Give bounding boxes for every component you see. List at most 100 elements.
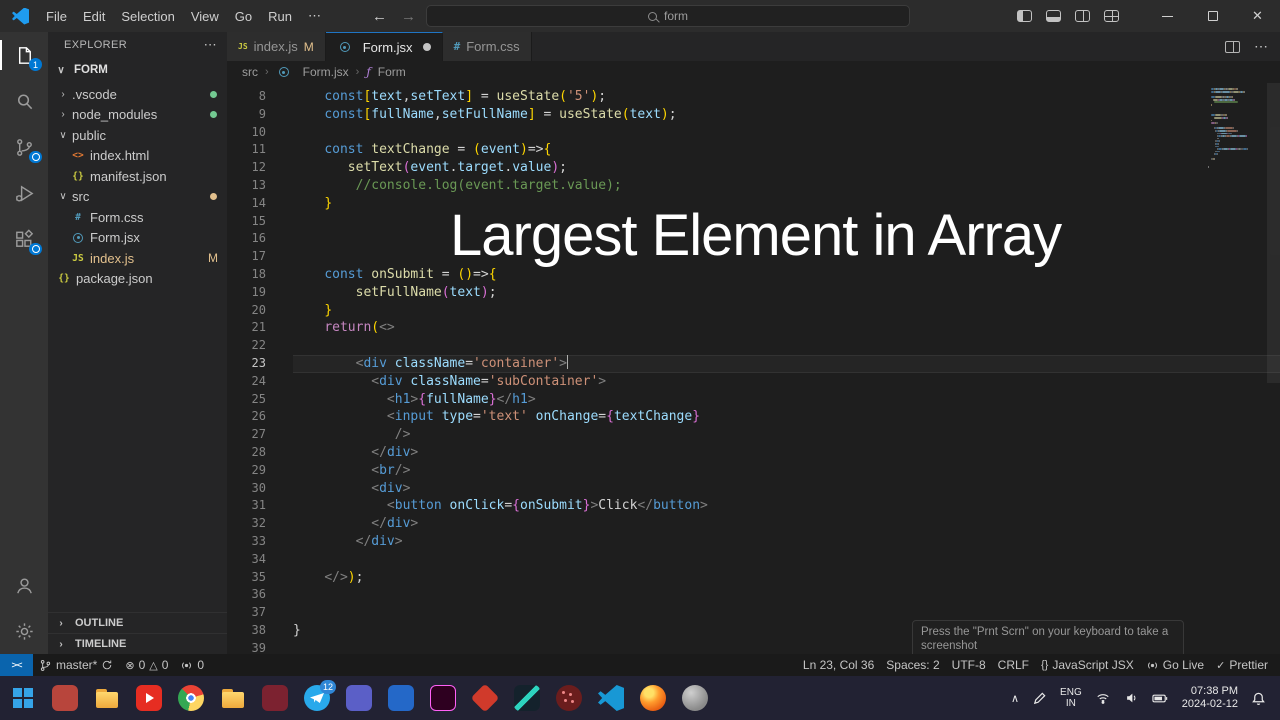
tree-folder-public[interactable]: ∨ public <box>48 125 227 146</box>
taskbar-chrome[interactable] <box>178 685 204 711</box>
activity-search[interactable] <box>0 78 48 124</box>
taskbar-firefox[interactable] <box>640 685 666 711</box>
taskbar-adobe-xd[interactable] <box>430 685 456 711</box>
tree-file-index.js[interactable]: JS index.js M <box>48 248 227 269</box>
code-line[interactable]: 10 <box>227 124 1280 142</box>
tab-index-js[interactable]: JS index.js M <box>227 32 326 61</box>
tree-file-package.json[interactable]: {} package.json <box>48 269 227 290</box>
toggle-sidebar-icon[interactable] <box>1017 10 1032 22</box>
activity-run-debug[interactable] <box>0 170 48 216</box>
tree-folder-node_modules[interactable]: › node_modules <box>48 105 227 126</box>
code-line[interactable]: 19 setFullName(text); <box>227 284 1280 302</box>
code-line[interactable]: 30 <div> <box>227 480 1280 498</box>
code-line[interactable]: 31 <button onClick={onSubmit}>Click</but… <box>227 497 1280 515</box>
taskbar-app-violet[interactable] <box>346 685 372 711</box>
taskbar-vscode[interactable] <box>598 685 624 711</box>
prettier-status[interactable]: ✓ Prettier <box>1210 654 1274 676</box>
tree-file-Form.css[interactable]: # Form.css <box>48 207 227 228</box>
tree-folder-.vscode[interactable]: › .vscode <box>48 84 227 105</box>
notifications-icon[interactable] <box>1251 691 1266 706</box>
encoding-status[interactable]: UTF-8 <box>946 654 992 676</box>
code-line[interactable]: 34 <box>227 551 1280 569</box>
code-line[interactable]: 33 </div> <box>227 533 1280 551</box>
breadcrumb-symbol[interactable]: Form <box>378 65 406 79</box>
eol-status[interactable]: CRLF <box>992 654 1035 676</box>
taskbar-folder[interactable] <box>220 685 246 711</box>
tree-folder-src[interactable]: ∨ src <box>48 187 227 208</box>
close-button[interactable]: ✕ <box>1235 0 1280 32</box>
code-editor[interactable]: 8 const[text,setText] = useState('5'); 9 … <box>227 88 1280 654</box>
taskbar-app-crimson[interactable] <box>470 683 500 713</box>
code-line[interactable]: 25 <h1>{fullName}</h1> <box>227 391 1280 409</box>
code-line[interactable]: 32 </div> <box>227 515 1280 533</box>
taskbar-app-teal[interactable] <box>514 685 540 711</box>
code-line[interactable]: 26 <input type='text' onChange={textChan… <box>227 408 1280 426</box>
code-line[interactable]: 35 </>); <box>227 569 1280 587</box>
menu-more-icon[interactable]: ⋯ <box>300 5 329 27</box>
menu-go[interactable]: Go <box>227 6 260 27</box>
breadcrumb-file[interactable]: Form.jsx <box>303 65 349 79</box>
menu-file[interactable]: File <box>38 6 75 27</box>
toggle-panel-icon[interactable] <box>1046 10 1061 22</box>
code-line[interactable]: 8 const[text,setText] = useState('5'); <box>227 88 1280 106</box>
language-mode[interactable]: {} JavaScript JSX <box>1035 654 1140 676</box>
menu-selection[interactable]: Selection <box>113 6 182 27</box>
code-line[interactable]: 13 //console.log(event.target.value); <box>227 177 1280 195</box>
outline-panel-header[interactable]: › OUTLINE <box>48 612 227 633</box>
tab-form-css[interactable]: # Form.css <box>442 32 532 61</box>
activity-source-control[interactable] <box>0 124 48 170</box>
code-line[interactable]: 28 </div> <box>227 444 1280 462</box>
command-center-search[interactable]: form <box>426 5 910 27</box>
code-line[interactable]: 23 <div className='container'> <box>227 354 1280 373</box>
minimize-button[interactable] <box>1145 0 1190 32</box>
activity-account[interactable] <box>0 562 48 608</box>
tray-expand-icon[interactable]: ∧ <box>1011 692 1019 705</box>
code-line[interactable]: 21 return(<> <box>227 319 1280 337</box>
code-line[interactable]: 11 const textChange = (event)=>{ <box>227 141 1280 159</box>
split-editor-icon[interactable] <box>1225 40 1240 53</box>
taskbar-app-dots[interactable] <box>556 685 582 711</box>
menu-view[interactable]: View <box>183 6 227 27</box>
code-line[interactable]: 27 /> <box>227 426 1280 444</box>
pen-icon[interactable] <box>1032 691 1047 706</box>
code-line[interactable]: 12 setText(event.target.value); <box>227 159 1280 177</box>
volume-icon[interactable] <box>1124 691 1139 705</box>
project-section-header[interactable]: ∨ FORM <box>48 58 227 82</box>
indentation-status[interactable]: Spaces: 2 <box>880 654 945 676</box>
menu-run[interactable]: Run <box>260 6 300 27</box>
menu-edit[interactable]: Edit <box>75 6 113 27</box>
cursor-position[interactable]: Ln 23, Col 36 <box>797 654 880 676</box>
customize-layout-icon[interactable] <box>1104 10 1119 22</box>
code-line[interactable]: 24 <div className='subContainer'> <box>227 373 1280 391</box>
sidebar-more-icon[interactable]: ⋯ <box>204 37 217 53</box>
code-line[interactable]: 36 <box>227 586 1280 604</box>
activity-extensions[interactable] <box>0 216 48 262</box>
minimap[interactable] <box>1208 88 1266 171</box>
git-branch-status[interactable]: master* <box>33 654 119 676</box>
code-line[interactable]: 22 <box>227 337 1280 355</box>
tree-file-index.html[interactable]: <> index.html <box>48 146 227 167</box>
wifi-icon[interactable] <box>1095 691 1111 705</box>
tree-file-manifest.json[interactable]: {} manifest.json <box>48 166 227 187</box>
go-live-button[interactable]: Go Live <box>1140 654 1210 676</box>
problems-status[interactable]: ⊗ 0 △ 0 <box>119 654 174 676</box>
remote-indicator[interactable]: >< <box>0 654 33 676</box>
tab-form-jsx[interactable]: Form.jsx <box>325 32 443 61</box>
toggle-secondary-sidebar-icon[interactable] <box>1075 10 1090 22</box>
tray-clock[interactable]: 07:38 PM 2024-02-12 <box>1182 685 1238 712</box>
breadcrumb-src[interactable]: src <box>242 65 258 79</box>
editor-scrollbar[interactable] <box>1267 83 1280 383</box>
battery-icon[interactable] <box>1152 691 1169 705</box>
taskbar-app-gray[interactable] <box>682 685 708 711</box>
tree-file-Form.jsx[interactable]: Form.jsx <box>48 228 227 249</box>
code-line[interactable]: 20 } <box>227 302 1280 320</box>
taskbar-telegram[interactable]: 12 <box>304 680 336 711</box>
language-indicator[interactable]: ENG IN <box>1060 687 1082 709</box>
activity-explorer[interactable]: 1 <box>0 32 48 78</box>
taskbar-app-maroon[interactable] <box>262 685 288 711</box>
taskbar-youtube[interactable] <box>136 685 162 711</box>
dirty-indicator-icon[interactable] <box>422 43 431 51</box>
taskbar-file-explorer[interactable] <box>94 685 120 711</box>
timeline-panel-header[interactable]: › TIMELINE <box>48 633 227 654</box>
taskbar-app-blue[interactable] <box>388 685 414 711</box>
